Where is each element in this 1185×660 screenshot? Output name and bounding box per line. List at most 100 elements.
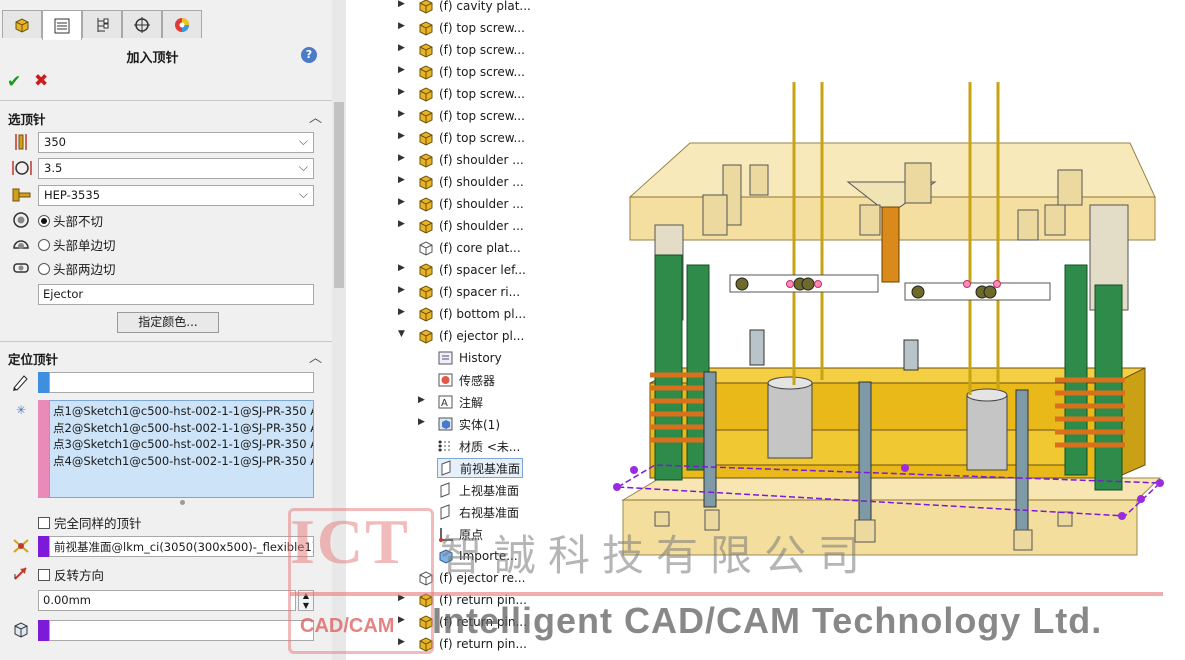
tab-property-manager[interactable]: [42, 10, 82, 40]
pin-length-icon: [10, 132, 32, 152]
tree-item-part[interactable]: (f) shoulder ...: [417, 216, 524, 236]
tab-configuration-manager[interactable]: [82, 10, 122, 38]
pin-type-icon: [10, 185, 32, 205]
plane-input[interactable]: 前视基准面@lkm_ci(3050(300x500)-_flexible1)-1…: [49, 536, 314, 557]
pin-length-value: 350: [44, 135, 66, 149]
ok-button[interactable]: ✔: [7, 72, 21, 92]
tree-item-label: (f) top screw...: [439, 21, 525, 35]
cancel-button[interactable]: ✖: [34, 71, 48, 91]
head-double-cut-radio[interactable]: 头部两边切: [38, 259, 116, 278]
tree-item-part[interactable]: (f) spacer ri...: [417, 282, 520, 302]
expand-arrow-icon[interactable]: ▶: [398, 175, 405, 185]
tab-display-manager[interactable]: [162, 10, 202, 38]
expand-arrow-icon[interactable]: ▶: [398, 285, 405, 295]
expand-arrow-icon[interactable]: ▶: [398, 21, 405, 31]
assign-color-button[interactable]: 指定颜色...: [117, 312, 219, 333]
collapse-arrow-icon[interactable]: ▼: [398, 329, 405, 339]
position-section-title: 定位顶针: [8, 352, 59, 367]
tab-dimxpert[interactable]: [122, 10, 162, 38]
tree-sub-item[interactable]: History: [437, 348, 502, 368]
same-pin-checkbox[interactable]: 完全同样的顶针: [38, 513, 142, 532]
expand-arrow-icon[interactable]: ▶: [398, 65, 405, 75]
expand-arrow-icon[interactable]: ▶: [398, 263, 405, 273]
expand-arrow-icon[interactable]: ▶: [398, 307, 405, 317]
svg-text:A: A: [441, 398, 448, 409]
expand-arrow-icon[interactable]: ▶: [418, 395, 425, 405]
points-list[interactable]: 点1@Sketch1@c500-hst-002-1-1@SJ-PR-350 As…: [49, 400, 314, 498]
crosshair-icon: [134, 16, 150, 33]
head-double-cut-label: 头部两边切: [53, 262, 116, 277]
expand-arrow-icon[interactable]: ▶: [398, 87, 405, 97]
tree-item-part[interactable]: (f) core plat...: [417, 238, 521, 258]
head-uncut-radio[interactable]: 头部不切: [38, 211, 103, 230]
expand-arrow-icon[interactable]: ▶: [418, 417, 425, 427]
point-item[interactable]: 点1@Sketch1@c500-hst-002-1-1@SJ-PR-350 As…: [53, 403, 313, 420]
configuration-manager-icon: [97, 17, 109, 32]
sketch-input[interactable]: [49, 372, 314, 393]
pin-name-input[interactable]: Ejector: [38, 284, 314, 305]
point-item[interactable]: 点4@Sketch1@c500-hst-002-1-1@SJ-PR-350 As…: [53, 453, 313, 470]
chevron-down-icon: ⌵: [298, 160, 308, 174]
reverse-direction-checkbox[interactable]: 反转方向: [38, 565, 104, 584]
body-icon: [10, 620, 32, 640]
expand-arrow-icon[interactable]: ▶: [398, 109, 405, 119]
sensor-icon: [437, 372, 455, 388]
offset-input[interactable]: 0.00mm: [38, 590, 296, 611]
expand-arrow-icon[interactable]: ▶: [398, 131, 405, 141]
expand-arrow-icon[interactable]: ▶: [398, 43, 405, 53]
tree-sub-item[interactable]: A 注解: [437, 392, 483, 412]
help-icon[interactable]: ?: [301, 47, 317, 63]
tree-item-part[interactable]: (f) top screw...: [417, 128, 525, 148]
tree-item-part[interactable]: (f) shoulder ...: [417, 150, 524, 170]
scrollbar-thumb[interactable]: [334, 102, 344, 288]
tree-sub-item[interactable]: 传感器: [437, 370, 495, 390]
pin-diameter-select[interactable]: 3.5 ⌵: [38, 158, 314, 179]
part-icon: [417, 0, 435, 14]
tree-item-part[interactable]: (f) top screw...: [417, 40, 525, 60]
pin-type-select[interactable]: HEP-3535 ⌵: [38, 185, 314, 206]
expand-arrow-icon[interactable]: ▶: [398, 0, 405, 9]
tree-item-label: (f) bottom pl...: [439, 307, 527, 321]
tree-item-part[interactable]: (f) bottom pl...: [417, 304, 526, 324]
expand-arrow-icon[interactable]: ▶: [398, 219, 405, 229]
watermark-chinese: 智誠科技有限公司: [440, 531, 873, 580]
collapse-chevron-icon[interactable]: ︿: [309, 107, 322, 126]
reverse-direction-icon[interactable]: [10, 563, 32, 583]
tab-feature-manager[interactable]: [2, 10, 42, 38]
point-item[interactable]: 点2@Sketch1@c500-hst-002-1-1@SJ-PR-350 As…: [53, 420, 313, 437]
body-input[interactable]: [49, 620, 314, 641]
pin-length-select[interactable]: 350 ⌵: [38, 132, 314, 153]
tree-item-label: (f) shoulder ...: [439, 175, 524, 189]
collapse-chevron-icon[interactable]: ︿: [309, 347, 322, 366]
divider: [0, 100, 332, 101]
head-single-cut-radio[interactable]: 头部单边切: [38, 235, 116, 254]
tree-item-part[interactable]: (f) shoulder ...: [417, 194, 524, 214]
tree-item-part[interactable]: (f) shoulder ...: [417, 172, 524, 192]
part-icon: [417, 20, 435, 36]
tree-item-part[interactable]: (f) top screw...: [417, 84, 525, 104]
purple-swatch: [38, 536, 49, 557]
tree-sub-item[interactable]: 上视基准面: [437, 480, 519, 500]
tree-item-part[interactable]: (f) ejector pl...: [417, 326, 524, 346]
tree-sub-item[interactable]: 前视基准面: [437, 458, 524, 478]
tree-sub-item[interactable]: 实体(1): [437, 414, 500, 434]
tree-item-label: (f) spacer ri...: [439, 285, 521, 299]
tree-item-part[interactable]: (f) spacer lef...: [417, 260, 526, 280]
history-icon: [437, 350, 455, 366]
part-icon: [417, 262, 435, 278]
tree-item-label: 注解: [459, 395, 484, 410]
tree-item-part[interactable]: (f) cavity plat...: [417, 0, 531, 16]
tree-item-part[interactable]: (f) top screw...: [417, 106, 525, 126]
tree-item-label: (f) core plat...: [439, 241, 521, 255]
manager-tabs: [0, 10, 210, 40]
pin-diameter-icon: [10, 158, 32, 178]
tree-item-part[interactable]: (f) top screw...: [417, 18, 525, 38]
tree-sub-item[interactable]: 材质 <未...: [437, 436, 520, 456]
expand-arrow-icon[interactable]: ▶: [398, 197, 405, 207]
chevron-down-icon: ⌵: [298, 134, 308, 148]
tree-item-part[interactable]: (f) top screw...: [417, 62, 525, 82]
point-item[interactable]: 点3@Sketch1@c500-hst-002-1-1@SJ-PR-350 As…: [53, 436, 313, 453]
expand-arrow-icon[interactable]: ▶: [398, 153, 405, 163]
resize-handle[interactable]: [180, 500, 185, 505]
tree-sub-item[interactable]: 右视基准面: [437, 502, 519, 522]
